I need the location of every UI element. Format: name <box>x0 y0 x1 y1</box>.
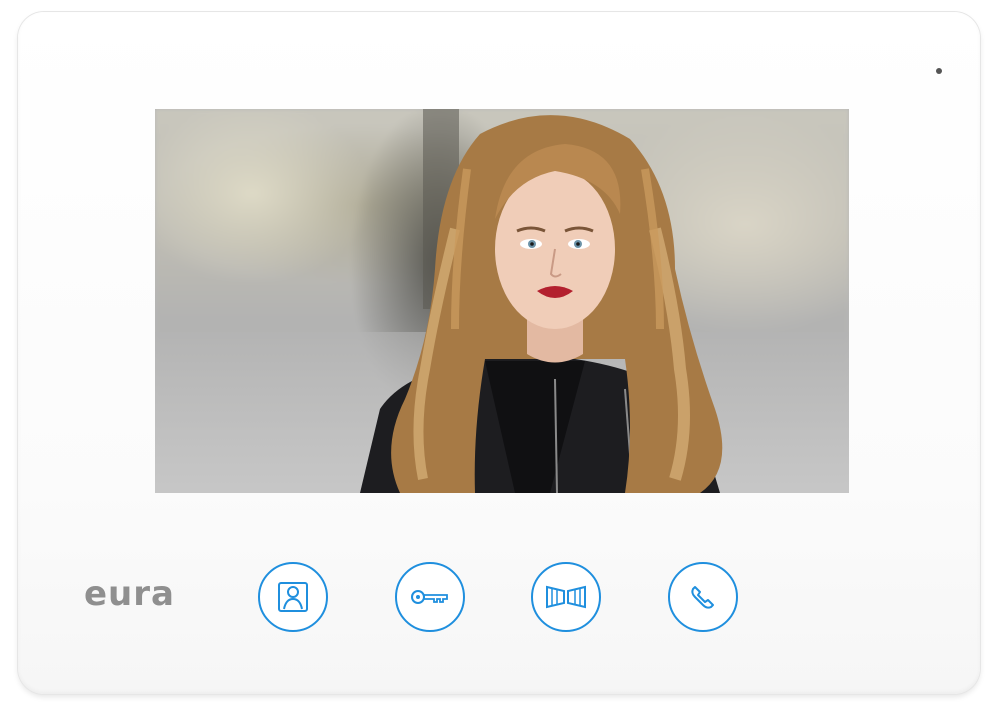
person-monitor-icon <box>275 579 311 615</box>
unlock-button[interactable] <box>395 562 465 632</box>
call-button[interactable] <box>668 562 738 632</box>
brand-logo: eura <box>84 574 175 614</box>
video-screen <box>155 109 849 493</box>
gate-icon <box>544 583 588 611</box>
monitor-button[interactable] <box>258 562 328 632</box>
handset-icon <box>685 579 721 615</box>
gate-button[interactable] <box>531 562 601 632</box>
key-icon <box>409 585 451 609</box>
light-sensor <box>936 68 942 74</box>
visitor-image <box>360 109 723 493</box>
